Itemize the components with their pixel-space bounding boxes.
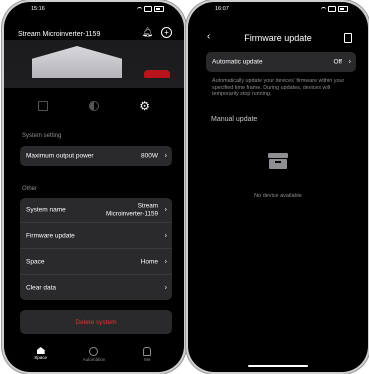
empty-box-icon [268, 153, 288, 169]
signal-icon [144, 6, 152, 12]
manual-update-label: Manual update [211, 116, 258, 123]
system-name-row[interactable]: System name Stream Microinverter-1159 › [20, 198, 172, 222]
space-label: Space [26, 258, 45, 265]
tabbar-space-label: Space [34, 355, 48, 360]
tabbar-automation-label: Automation [82, 357, 106, 362]
gear-icon: ⚙ [139, 99, 151, 113]
space-value: Home [140, 258, 158, 265]
system-name-label: System name [26, 206, 66, 214]
chevron-right-icon: › [164, 232, 167, 239]
tabbar-me[interactable]: Me [127, 347, 167, 371]
automatic-update-description: Automatically update your devices' firmw… [212, 78, 345, 98]
tab-stats[interactable] [84, 98, 104, 114]
tabbar-automation[interactable]: Automation [74, 347, 114, 371]
status-bar: 15:16 [4, 6, 184, 16]
automatic-update-label: Automatic update [212, 58, 263, 66]
system-name-line1: Stream [137, 202, 158, 210]
car-image [144, 70, 170, 78]
system-name-value: Stream Microinverter-1159 [106, 203, 158, 218]
max-output-value: 800W [141, 152, 158, 160]
space-row[interactable]: Space Home › [20, 248, 172, 274]
firmware-update-label: Firmware update [26, 232, 75, 239]
status-time: 16:07 [215, 6, 229, 12]
chevron-right-icon: › [164, 206, 167, 214]
tab-overview[interactable] [33, 98, 53, 114]
chevron-right-icon: › [348, 58, 351, 66]
page-title: Stream Microinverter-1159 [18, 31, 101, 38]
status-bar: 16:07 [188, 6, 368, 16]
chevron-right-icon: › [164, 258, 167, 265]
delete-system-button[interactable]: Delete system [20, 310, 172, 334]
document-icon[interactable] [344, 33, 352, 43]
add-icon[interactable]: + [161, 27, 172, 38]
other-card: System name Stream Microinverter-1159 › … [20, 198, 172, 300]
user-icon [143, 347, 152, 356]
status-time: 15:16 [31, 6, 45, 12]
home-indicator [248, 365, 308, 367]
max-output-row[interactable]: Maximum output power 800W › [20, 146, 172, 166]
tabbar-me-label: Me [144, 357, 151, 362]
chevron-right-icon: › [164, 152, 167, 160]
clear-data-label: Clear data [26, 284, 56, 291]
tab-settings[interactable]: ⚙ [135, 98, 155, 114]
automation-icon [89, 347, 99, 356]
system-setting-card: Maximum output power 800W › [20, 146, 172, 166]
wifi-icon [321, 6, 326, 12]
battery-icon [338, 6, 348, 12]
phone-firmware-update: 16:07 ‹ Firmware update Automatic update… [188, 2, 368, 372]
chevron-right-icon: › [164, 284, 167, 291]
bell-icon[interactable]: 🔔︎ [142, 27, 153, 38]
section-label-system: System setting [22, 133, 62, 139]
phone-system-settings: 15:16 Stream Microinverter-1159 🔔︎ + ⚙ S… [4, 2, 184, 372]
max-output-label: Maximum output power [26, 152, 94, 160]
battery-icon [154, 6, 164, 12]
wifi-icon [137, 6, 142, 12]
device-tabs: ⚙ [4, 98, 184, 114]
clear-data-row[interactable]: Clear data › [20, 274, 172, 300]
section-label-other: Other [22, 186, 38, 192]
automatic-update-row[interactable]: Automatic update Off › [206, 52, 356, 72]
chart-icon [88, 101, 99, 111]
home-icon [36, 347, 45, 354]
firmware-update-row[interactable]: Firmware update › [20, 222, 172, 248]
automatic-update-value: Off [333, 58, 342, 66]
bottom-tabbar: Space Automation Me [4, 347, 184, 371]
page-title: Firmware update [244, 33, 312, 43]
tabbar-space[interactable]: Space [21, 347, 61, 371]
grid-icon [38, 101, 49, 111]
empty-state-text: No device available [254, 193, 302, 199]
signal-icon [328, 6, 336, 12]
system-name-line2: Microinverter-1159 [105, 210, 158, 217]
